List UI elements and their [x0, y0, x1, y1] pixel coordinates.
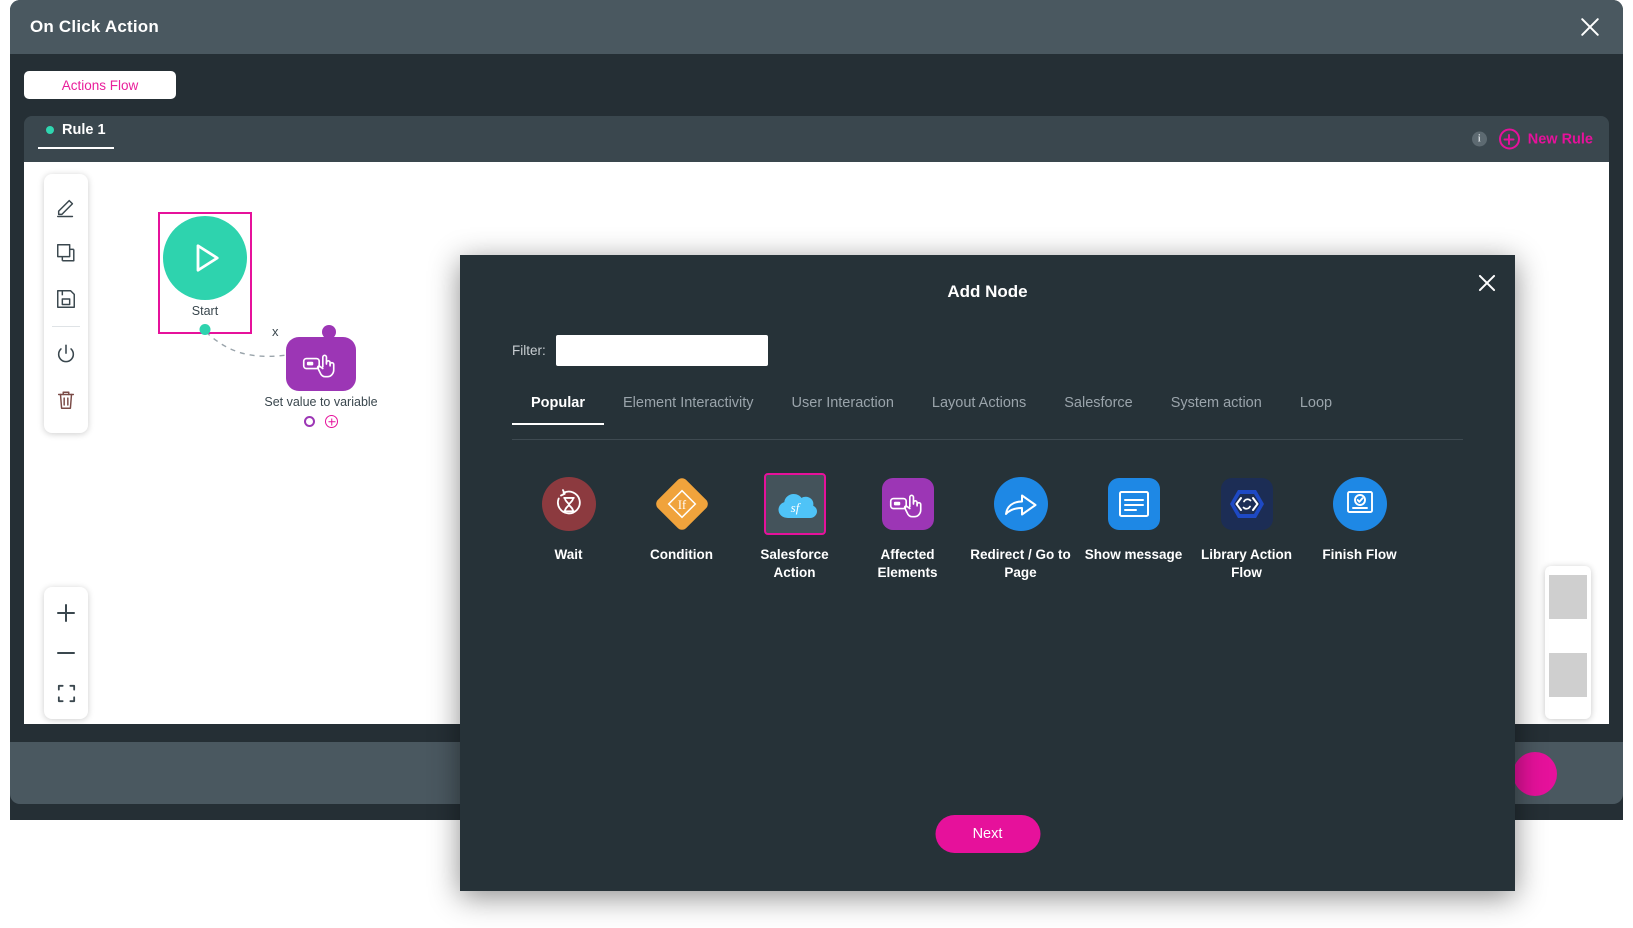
tab-loop[interactable]: Loop — [1281, 395, 1351, 424]
save-icon[interactable] — [44, 276, 88, 322]
edit-icon[interactable] — [44, 184, 88, 230]
power-icon[interactable] — [44, 331, 88, 377]
node-option-salesforce-action[interactable]: sf Salesforce Action — [738, 473, 851, 582]
tab-actions-flow[interactable]: Actions Flow — [24, 71, 176, 99]
tab-user-interaction[interactable]: User Interaction — [773, 395, 913, 424]
node-option-redirect-label: Redirect / Go to Page — [970, 547, 1071, 581]
modal-tabs: Popular Element Interactivity User Inter… — [512, 395, 1463, 440]
node-option-show-message-label: Show message — [1084, 547, 1183, 562]
hand-cursor-icon — [881, 478, 934, 530]
canvas-side-panel — [1545, 566, 1591, 719]
tab-system-action[interactable]: System action — [1152, 395, 1281, 424]
node-type-grid: Wait If Condition sf Salesforce Action A… — [512, 473, 1463, 582]
page-title: On Click Action — [30, 17, 159, 36]
node-option-condition-label: Condition — [650, 547, 713, 562]
node-option-library-action-flow-label: Library Action Flow — [1200, 547, 1292, 581]
zoom-controls — [44, 587, 88, 719]
plus-circle-icon — [1498, 128, 1520, 150]
setvar-input-port[interactable] — [322, 325, 336, 339]
floating-action-button[interactable] — [1513, 752, 1557, 796]
filter-label: Filter: — [512, 343, 546, 358]
node-option-finish-flow-label: Finish Flow — [1322, 547, 1397, 562]
add-node-plus-icon[interactable] — [325, 415, 338, 428]
node-option-affected-elements-label: Affected Elements — [877, 547, 938, 581]
rule-bar-actions: i New Rule — [1471, 128, 1593, 150]
flow-node-set-value-to-variable[interactable]: Set value to variable — [264, 325, 378, 428]
node-option-library-action-flow[interactable]: Library Action Flow — [1190, 473, 1303, 582]
node-option-condition[interactable]: If Condition — [625, 473, 738, 582]
hourglass-icon — [541, 477, 596, 531]
rule-status-dot — [46, 126, 54, 134]
new-rule-label: New Rule — [1527, 131, 1593, 147]
close-icon[interactable] — [1577, 14, 1603, 40]
filter-input[interactable] — [555, 335, 768, 366]
start-icon — [163, 216, 247, 300]
side-panel-block — [1549, 653, 1587, 697]
tab-layout-actions[interactable]: Layout Actions — [913, 395, 1045, 424]
filter-row: Filter: — [512, 335, 768, 366]
svg-text:If: If — [677, 498, 686, 512]
info-icon[interactable]: i — [1471, 131, 1487, 147]
side-panel-block — [1549, 575, 1587, 619]
node-option-wait-label: Wait — [554, 547, 583, 562]
flow-node-start-label: Start — [191, 304, 219, 318]
node-option-wait[interactable]: Wait — [512, 473, 625, 582]
finish-check-icon — [1332, 477, 1387, 531]
flow-node-start[interactable]: Start — [158, 212, 252, 335]
toolbar-divider — [52, 326, 80, 327]
setvar-output-port[interactable] — [304, 416, 315, 427]
window-titlebar: On Click Action — [10, 0, 1623, 54]
flow-node-setvar-label: Set value to variable — [264, 395, 378, 409]
next-button[interactable]: Next — [935, 815, 1040, 853]
fit-screen-icon[interactable] — [44, 673, 88, 713]
node-option-redirect[interactable]: Redirect / Go to Page — [964, 473, 1077, 582]
edge-label: x — [272, 324, 279, 339]
add-node-modal: Add Node Filter: Popular Element Interac… — [460, 255, 1515, 891]
rule-bar: Rule 1 i New Rule — [24, 116, 1609, 162]
zoom-out-button[interactable] — [44, 633, 88, 673]
setvar-output-ports — [304, 415, 338, 428]
new-rule-button[interactable]: New Rule — [1498, 128, 1593, 150]
message-box-icon — [1107, 478, 1160, 530]
node-option-salesforce-action-label: Salesforce Action — [760, 547, 829, 581]
tab-actions-flow-label: Actions Flow — [61, 77, 139, 93]
rule-label: Rule 1 — [62, 122, 106, 138]
hand-cursor-icon — [286, 337, 356, 391]
tab-element-interactivity[interactable]: Element Interactivity — [604, 395, 773, 424]
share-arrow-icon — [993, 477, 1048, 531]
delete-icon[interactable] — [44, 377, 88, 423]
tab-popular[interactable]: Popular — [512, 395, 604, 425]
salesforce-cloud-icon: sf — [771, 486, 819, 522]
node-option-show-message[interactable]: Show message — [1077, 473, 1190, 582]
tab-rule-1[interactable]: Rule 1 — [38, 122, 114, 149]
modal-title: Add Node — [947, 282, 1028, 301]
canvas-toolbar — [44, 174, 88, 433]
copy-icon[interactable] — [44, 230, 88, 276]
zoom-in-button[interactable] — [44, 593, 88, 633]
start-output-port[interactable] — [199, 324, 211, 335]
code-refresh-icon — [1220, 478, 1273, 530]
node-option-affected-elements[interactable]: Affected Elements — [851, 473, 964, 582]
condition-diamond-icon: If — [653, 475, 710, 533]
tab-salesforce[interactable]: Salesforce — [1045, 395, 1152, 424]
node-option-finish-flow[interactable]: Finish Flow — [1303, 473, 1416, 582]
